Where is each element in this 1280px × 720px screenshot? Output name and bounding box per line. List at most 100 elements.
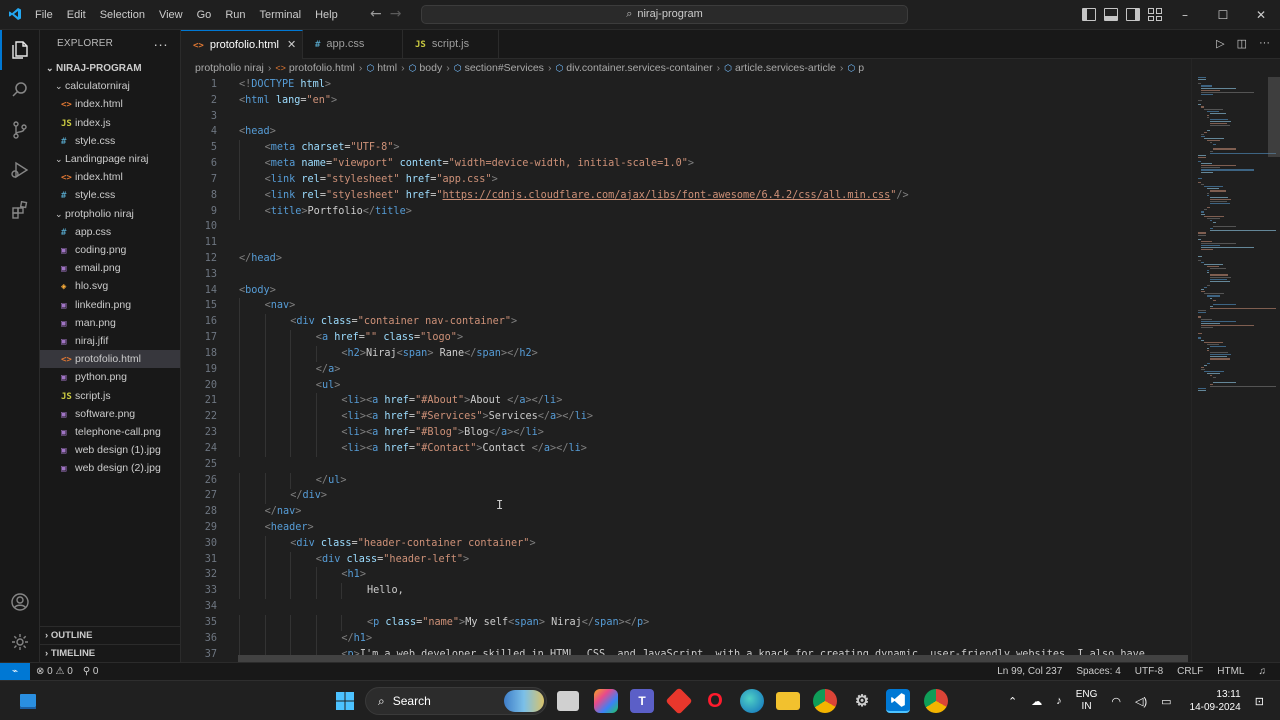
customize-layout-icon[interactable] [1148, 8, 1162, 21]
code-line[interactable]: 22 <li><a href="#Services">Services</a></… [181, 409, 1191, 426]
menu-item-view[interactable]: View [152, 0, 190, 30]
minimap[interactable] [1191, 59, 1280, 662]
notification-center-icon[interactable]: ⊡ [1255, 695, 1264, 708]
code-line[interactable]: 34 [181, 599, 1191, 615]
run-debug-icon[interactable] [0, 150, 40, 190]
file-item[interactable]: # style.css [40, 132, 180, 150]
file-item[interactable]: ▣ linkedin.png [40, 296, 180, 314]
folder-item[interactable]: ⌄ Landingpage niraj [40, 150, 180, 168]
settings-gear-icon[interactable] [0, 622, 40, 662]
tab-script-js[interactable]: JS script.js [403, 30, 499, 59]
chrome-profile-icon[interactable] [924, 689, 948, 713]
volume-icon[interactable]: ◁) [1135, 695, 1147, 708]
file-item[interactable]: # app.css [40, 223, 180, 241]
more-actions-icon[interactable]: ··· [153, 30, 168, 58]
clock[interactable]: 13:11 14-09-2024 [1190, 688, 1241, 714]
folder-item[interactable]: ⌄ protpholio niraj [40, 205, 180, 223]
input-language[interactable]: ENG IN [1076, 689, 1098, 713]
breadcrumb-item[interactable]: p [858, 62, 864, 74]
file-explorer-icon[interactable] [776, 692, 800, 710]
toggle-panel-icon[interactable] [1104, 8, 1118, 21]
file-item[interactable]: JS index.js [40, 114, 180, 132]
code-line[interactable]: 7 <link rel="stylesheet" href="app.css"> [181, 171, 1191, 188]
code-line[interactable]: 9 <title>Portfolio</title> [181, 203, 1191, 220]
code-line[interactable]: 16 <div class="container nav-container"> [181, 314, 1191, 331]
breadcrumb-item[interactable]: protofolio.html [289, 62, 355, 74]
file-item[interactable]: ◈ hlo.svg [40, 277, 180, 295]
file-item[interactable]: ▣ niraj.jfif [40, 332, 180, 350]
minimize-button[interactable]: – [1166, 0, 1204, 30]
code-line[interactable]: 15 <nav> [181, 298, 1191, 315]
timeline-section[interactable]: › TIMELINE [40, 644, 180, 662]
split-editor-icon[interactable]: ◫ [1237, 37, 1247, 50]
menu-item-go[interactable]: Go [190, 0, 219, 30]
file-item[interactable]: ▣ web design (2).jpg [40, 459, 180, 477]
code-line[interactable]: 11 [181, 235, 1191, 251]
tab-protofolio-html[interactable]: <> protofolio.html ✕ [181, 30, 303, 59]
code-editor[interactable]: 1 <!DOCTYPE html> 2 <html lang="en"> 3 4 <head… [181, 77, 1191, 662]
vscode-taskbar-icon[interactable] [886, 689, 910, 713]
run-file-icon[interactable]: ▷ [1216, 37, 1224, 50]
opera-icon[interactable]: O [703, 689, 727, 713]
code-line[interactable]: 32 <h1> [181, 567, 1191, 584]
code-line[interactable]: 13 [181, 267, 1191, 283]
code-line[interactable]: 21 <li><a href="#About">About </a></li> [181, 393, 1191, 410]
code-line[interactable]: 4 <head> [181, 124, 1191, 140]
folder-item[interactable]: ⌄ calculatorniraj [40, 77, 180, 95]
horizontal-scrollbar[interactable] [238, 655, 1188, 662]
show-desktop-icon[interactable] [16, 689, 40, 713]
file-item[interactable]: ▣ web design (1).jpg [40, 441, 180, 459]
file-item[interactable]: ▣ python.png [40, 368, 180, 386]
file-item[interactable]: <> index.html [40, 168, 180, 186]
menu-item-selection[interactable]: Selection [93, 0, 152, 30]
menu-item-terminal[interactable]: Terminal [253, 0, 309, 30]
code-line[interactable]: 10 [181, 219, 1191, 235]
code-line[interactable]: 2 <html lang="en"> [181, 93, 1191, 109]
code-line[interactable]: 3 [181, 109, 1191, 125]
menu-item-edit[interactable]: Edit [60, 0, 93, 30]
breadcrumb-item[interactable]: html [377, 62, 397, 74]
battery-icon[interactable]: ▭ [1161, 695, 1171, 708]
breadcrumb-item[interactable]: protpholio niraj [195, 62, 264, 74]
menu-item-run[interactable]: Run [218, 0, 252, 30]
code-line[interactable]: 1 <!DOCTYPE html> [181, 77, 1191, 93]
menu-item-help[interactable]: Help [308, 0, 345, 30]
code-line[interactable]: 29 <header> [181, 519, 1191, 536]
search-view-icon[interactable] [0, 70, 40, 110]
source-control-icon[interactable] [0, 110, 40, 150]
code-line[interactable]: 8 <link rel="stylesheet" href="https://cd… [181, 187, 1191, 204]
file-item[interactable]: JS script.js [40, 387, 180, 405]
workspace-root[interactable]: ⌄ NIRAJ-PROGRAM [40, 59, 180, 77]
file-item[interactable]: ▣ man.png [40, 314, 180, 332]
toggle-secondary-sidebar-icon[interactable] [1126, 8, 1140, 21]
minimap-slider[interactable] [1268, 77, 1280, 157]
windows-start-icon[interactable] [333, 689, 357, 713]
file-item[interactable]: # style.css [40, 186, 180, 204]
code-line[interactable]: 23 <li><a href="#Blog">Blog</a></li> [181, 425, 1191, 442]
more-editor-actions-icon[interactable]: ··· [1259, 37, 1270, 50]
code-line[interactable]: 5 <meta charset="UTF-8"> [181, 140, 1191, 157]
code-line[interactable]: 12 </head> [181, 251, 1191, 267]
onedrive-icon[interactable]: ☁ [1031, 695, 1042, 708]
back-arrow-icon[interactable]: ← [370, 6, 382, 22]
task-view-icon[interactable] [557, 691, 579, 711]
chrome-icon[interactable] [813, 689, 837, 713]
breadcrumb-item[interactable]: section#Services [465, 62, 544, 74]
notifications-bell-icon[interactable]: ♫ [1259, 663, 1267, 680]
file-item[interactable]: ▣ coding.png [40, 241, 180, 259]
language-mode[interactable]: HTML [1217, 663, 1244, 680]
close-tab-icon[interactable]: ✕ [287, 39, 296, 51]
extensions-icon[interactable] [0, 190, 40, 230]
code-line[interactable]: 18 <h2>Niraj<span> Rane</span></h2> [181, 345, 1191, 362]
code-line[interactable]: 14 <body> [181, 283, 1191, 299]
code-line[interactable]: 17 <a href="" class="logo"> [181, 330, 1191, 347]
tab-app-css[interactable]: # app.css [303, 30, 403, 59]
file-item[interactable]: ▣ email.png [40, 259, 180, 277]
microphone-icon[interactable]: ♪ [1056, 695, 1062, 707]
file-item[interactable]: ▣ telephone-call.png [40, 423, 180, 441]
code-line[interactable]: 27 </div> [181, 488, 1191, 505]
settings-app-icon[interactable]: ⚙ [850, 689, 874, 713]
code-line[interactable]: 31 <div class="header-left"> [181, 551, 1191, 568]
breadcrumb-item[interactable]: body [419, 62, 442, 74]
indentation[interactable]: Spaces: 4 [1076, 663, 1120, 680]
